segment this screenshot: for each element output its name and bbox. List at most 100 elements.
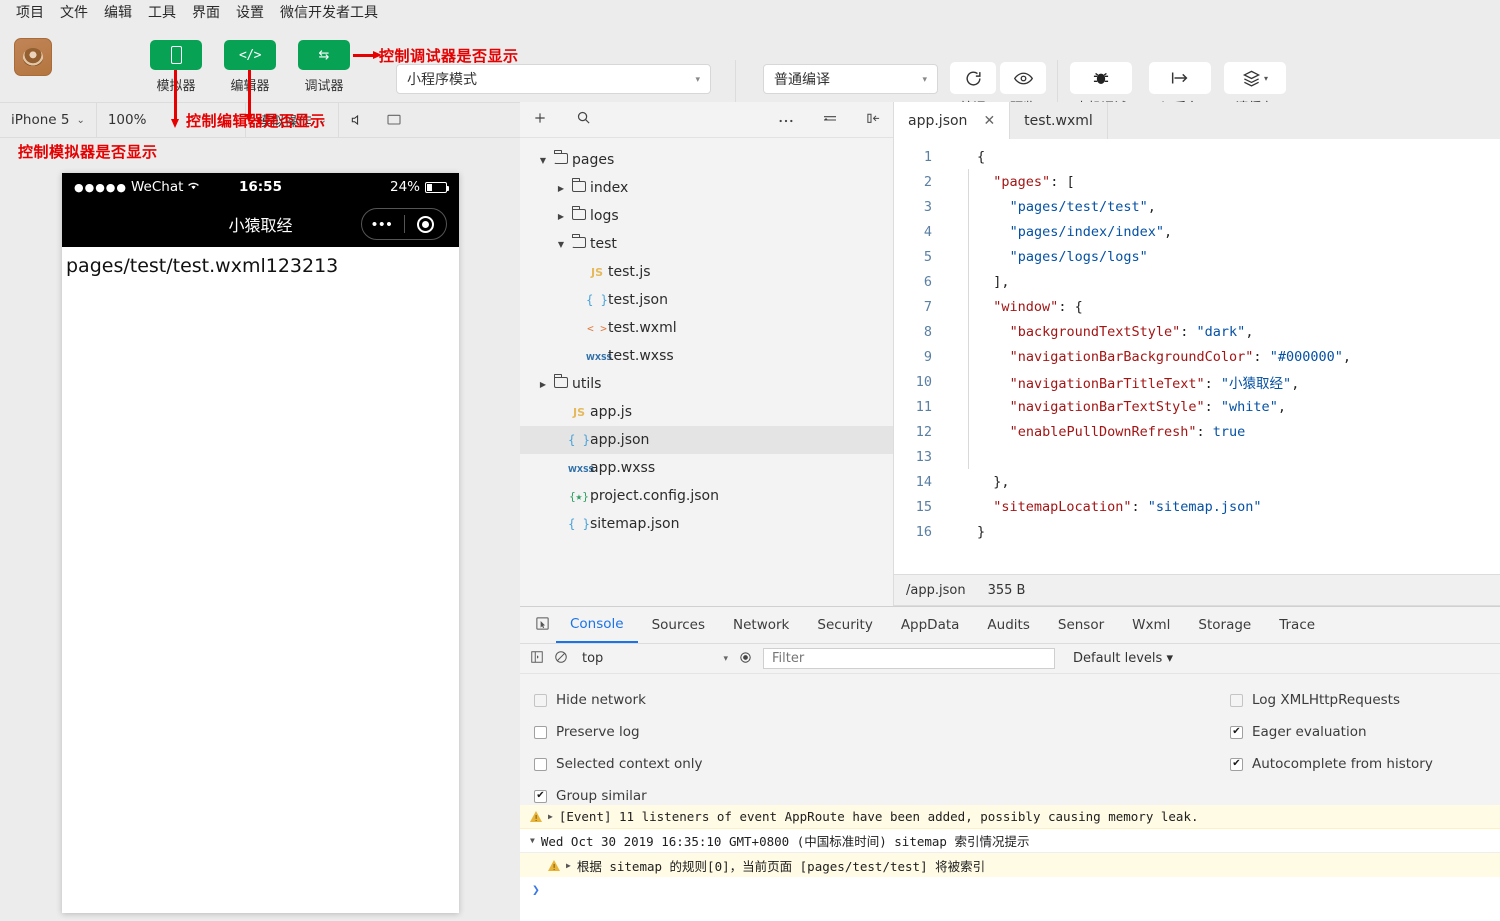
editor-line: 14 }, (894, 469, 1500, 494)
tab-test-wxml[interactable]: test.wxml (1010, 102, 1108, 139)
search-icon[interactable] (576, 110, 591, 129)
device-select[interactable]: iPhone 5 ⌄ (0, 102, 96, 138)
checkbox-icon[interactable] (1230, 693, 1243, 707)
tab-network[interactable]: Network (719, 607, 803, 643)
editor-code-area[interactable]: 1{2 "pages": [3 "pages/test/test", 4 "pag… (894, 139, 1500, 587)
setting-preserve-log[interactable]: Preserve log (534, 716, 703, 748)
tab-console[interactable]: Console (556, 607, 638, 643)
checkbox-icon[interactable] (534, 757, 547, 771)
tab-wxml[interactable]: Wxml (1118, 607, 1184, 643)
mute-icon[interactable] (339, 102, 375, 138)
checkbox-checked-icon[interactable] (1230, 757, 1243, 771)
capsule-close-icon[interactable] (405, 215, 447, 233)
log-entry-warning[interactable]: ▶ [Event] 11 listeners of event AppRoute… (520, 805, 1500, 829)
tab-sources[interactable]: Sources (638, 607, 719, 643)
json-icon: { } (586, 293, 608, 307)
twisty-icon[interactable]: ▶ (554, 184, 568, 193)
file-tree-row[interactable]: { } sitemap.json (520, 510, 893, 538)
setting-eager-evaluation[interactable]: Eager evaluation (1230, 716, 1433, 748)
log-group-header[interactable]: ▼ Wed Oct 30 2019 16:35:10 GMT+0800 (中国标… (520, 829, 1500, 853)
collapse-icon[interactable]: ▼ (530, 836, 535, 845)
project-avatar-icon[interactable] (14, 38, 52, 76)
checkbox-icon[interactable] (534, 693, 547, 707)
background-icon[interactable] (1149, 62, 1211, 94)
close-icon[interactable]: ✕ (983, 113, 995, 129)
console-filter-input-wrap[interactable] (763, 648, 1055, 669)
menu-item-wechat-devtools[interactable]: 微信开发者工具 (272, 1, 386, 23)
file-tree-row[interactable]: ▶ logs (520, 202, 893, 230)
plus-icon[interactable] (532, 110, 548, 130)
code-icon[interactable]: </> (224, 40, 276, 70)
setting-group-similar-label: Group similar (556, 788, 647, 804)
console-prompt[interactable]: ❯ (520, 877, 1500, 903)
collapse-icon[interactable] (866, 111, 881, 129)
file-tree-row[interactable]: WXSS test.wxss (520, 342, 893, 370)
twisty-icon[interactable]: ▶ (536, 380, 550, 389)
twisty-icon[interactable]: ▼ (554, 240, 568, 249)
file-tree-row[interactable]: < > test.wxml (520, 314, 893, 342)
layers-icon[interactable]: ▾ (1224, 62, 1286, 94)
setting-hide-network[interactable]: Hide network (534, 684, 703, 716)
console-levels-select[interactable]: Default levels ▾ (1073, 651, 1173, 666)
checkbox-icon[interactable] (534, 725, 547, 739)
refresh-icon[interactable] (950, 62, 996, 94)
tab-app-json[interactable]: app.json ✕ (894, 102, 1011, 139)
file-tree-row[interactable]: ▼ test (520, 230, 893, 258)
tab-appdata[interactable]: AppData (887, 607, 974, 643)
rotate-screen-icon[interactable] (375, 102, 413, 138)
menu-item-tools[interactable]: 工具 (140, 1, 184, 23)
toggle-debugger-button[interactable]: ⇆ 调试器 (298, 40, 350, 94)
console-sidebar-icon[interactable] (530, 650, 544, 667)
file-tree-row[interactable]: { } test.json (520, 286, 893, 314)
menu-item-file[interactable]: 文件 (52, 1, 96, 23)
expand-icon[interactable]: ▶ (566, 861, 571, 870)
menu-item-interface[interactable]: 界面 (184, 1, 228, 23)
wechat-capsule-button[interactable]: ••• (361, 208, 447, 240)
capsule-more-icon[interactable]: ••• (362, 216, 404, 233)
bug-icon[interactable] (1070, 62, 1132, 94)
tab-security[interactable]: Security (803, 607, 886, 643)
console-filter-input[interactable] (770, 650, 1048, 667)
setting-log-xhr[interactable]: Log XMLHttpRequests (1230, 684, 1433, 716)
debug-icon[interactable]: ⇆ (298, 40, 350, 70)
menu-item-project[interactable]: 项目 (8, 1, 52, 23)
setting-selected-context-only[interactable]: Selected context only (534, 748, 703, 780)
compile-mode-select[interactable]: 普通编译 ▾ (763, 64, 938, 94)
sort-icon[interactable] (822, 112, 838, 128)
tab-trace[interactable]: Trace (1265, 607, 1329, 643)
inspect-element-icon[interactable] (528, 616, 556, 634)
phone-icon[interactable] (150, 40, 202, 70)
menu-item-settings[interactable]: 设置 (228, 1, 272, 23)
file-tree-row[interactable]: ▶ utils (520, 370, 893, 398)
tab-audits[interactable]: Audits (973, 607, 1043, 643)
editor-file-size: 355 B (987, 582, 1026, 598)
twisty-icon[interactable]: ▼ (536, 156, 550, 165)
more-icon[interactable] (778, 112, 794, 128)
chevron-down-icon: ▾ (1263, 73, 1268, 83)
line-number: 13 (915, 448, 932, 465)
zoom-select[interactable]: 100% (97, 102, 158, 138)
log-entry-sitemap[interactable]: ▶ 根据 sitemap 的规则[0]，当前页面 [pages/test/tes… (520, 853, 1500, 877)
file-tree-row[interactable]: JS test.js (520, 258, 893, 286)
file-tree-row[interactable]: {★} project.config.json (520, 482, 893, 510)
checkbox-checked-icon[interactable] (534, 789, 547, 803)
mode-select[interactable]: 小程序模式 ▾ (396, 64, 711, 94)
menu-item-edit[interactable]: 编辑 (96, 1, 140, 23)
tab-sensor[interactable]: Sensor (1044, 607, 1118, 643)
eye-icon[interactable] (1000, 62, 1046, 94)
expand-icon[interactable]: ▶ (548, 812, 553, 821)
setting-autocomplete-history[interactable]: Autocomplete from history (1230, 748, 1433, 780)
twisty-icon[interactable]: ▶ (554, 212, 568, 221)
console-settings-eye-icon[interactable] (738, 650, 753, 668)
file-tree-row[interactable]: ▶ index (520, 174, 893, 202)
console-context-select[interactable]: top ▾ (578, 648, 728, 670)
file-tree-row[interactable]: { } app.json (520, 426, 893, 454)
tab-storage[interactable]: Storage (1184, 607, 1265, 643)
checkbox-checked-icon[interactable] (1230, 725, 1243, 739)
phone-simulator[interactable]: ●●●●● WeChat 16:55 24% 小猿取经 ••• pages/te… (62, 173, 459, 913)
file-tree-row[interactable]: WXSS app.wxss (520, 454, 893, 482)
clear-console-icon[interactable] (554, 650, 568, 667)
file-tree-row[interactable]: ▼ pages (520, 146, 893, 174)
console-log-list[interactable]: ▶ [Event] 11 listeners of event AppRoute… (520, 805, 1500, 921)
file-tree-row[interactable]: JS app.js (520, 398, 893, 426)
